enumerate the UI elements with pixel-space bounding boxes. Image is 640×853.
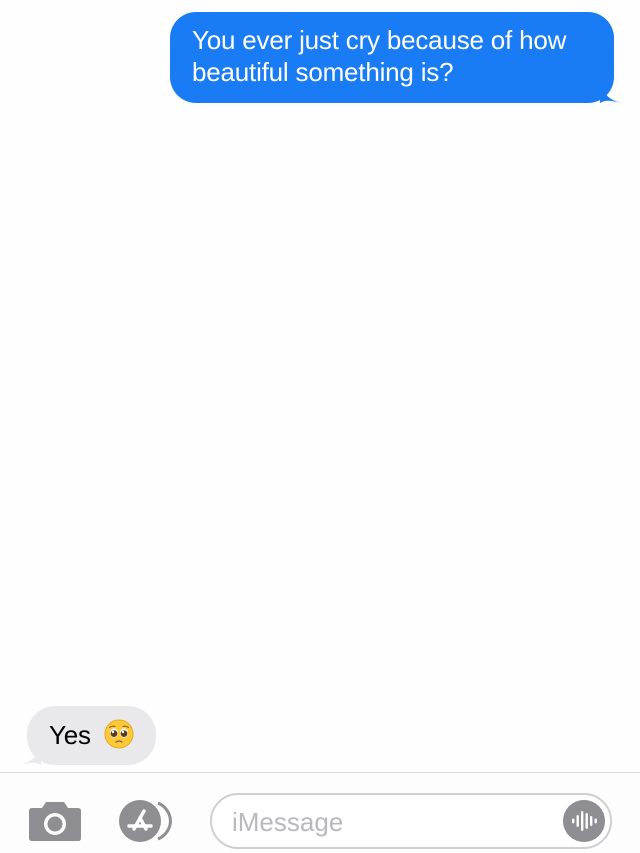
message-thread[interactable]: You ever just cry because of how beautif… — [0, 0, 640, 772]
app-store-icon[interactable] — [118, 799, 180, 843]
message-input-placeholder: iMessage — [232, 807, 344, 837]
camera-icon[interactable] — [28, 800, 82, 842]
bubble-tail-icon — [19, 743, 41, 765]
audio-waveform-icon[interactable] — [563, 800, 605, 842]
messages-screen: You ever just cry because of how beautif… — [0, 0, 640, 853]
message-input[interactable]: iMessage — [210, 793, 612, 849]
bubble-tail-icon — [600, 81, 622, 103]
sent-message-bubble[interactable]: You ever just cry because of how beautif… — [170, 12, 622, 103]
sent-message-text: You ever just cry because of how beautif… — [192, 25, 567, 87]
pleading-face-emoji-icon — [104, 719, 134, 749]
received-message-bubble[interactable]: Yes — [19, 706, 156, 765]
received-message-text: Yes — [49, 720, 91, 750]
message-composer: iMessage — [0, 772, 640, 853]
